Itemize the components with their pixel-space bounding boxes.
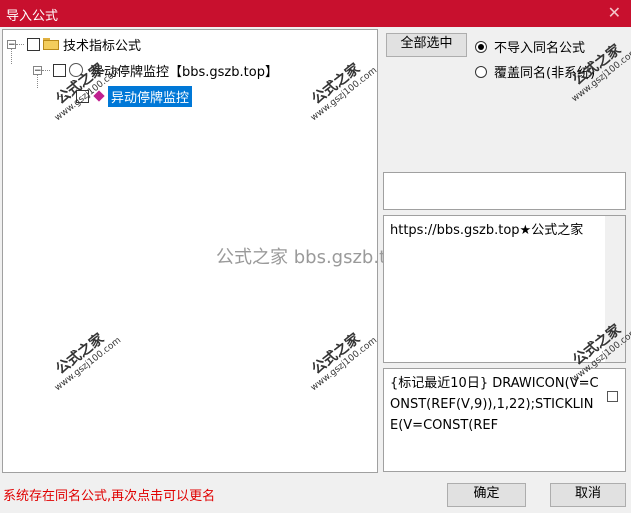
cancel-button[interactable]: 取消 <box>550 483 626 507</box>
tree-label-item: 异动停牌监控 <box>108 85 193 107</box>
description-box[interactable]: https://bbs.gszb.top★公式之家 <box>383 215 626 363</box>
name-field[interactable] <box>383 172 626 210</box>
folder-icon <box>43 38 59 50</box>
radio-no-import-label: 不导入同名公式 <box>494 41 586 56</box>
code-box[interactable]: {标记最近10日} DRAWICON(V=CONST(REF(V,9)),1,2… <box>383 368 626 472</box>
title-bar: 导入公式 ✕ <box>0 0 631 27</box>
tree-connector <box>59 95 73 97</box>
code-text: {标记最近10日} DRAWICON(V=CONST(REF(V,9)),1,2… <box>390 376 599 433</box>
watermark: 公式之家 www.gszj100.com <box>309 60 380 124</box>
close-icon[interactable]: ✕ <box>608 3 621 22</box>
tree-node-root[interactable]: − 技术指标公式 <box>7 34 141 54</box>
tree-checkbox-group[interactable] <box>53 63 66 77</box>
tree-node-item[interactable]: 异动停牌监控 <box>59 85 193 107</box>
code-checkbox[interactable] <box>607 391 618 402</box>
collapse-icon[interactable]: − <box>33 65 42 75</box>
tree-checkbox-root[interactable] <box>27 37 40 51</box>
radio-icon[interactable] <box>475 65 487 78</box>
radio-overwrite[interactable]: 覆盖同名(非系统) <box>475 62 595 81</box>
description-scrollbar[interactable] <box>605 216 625 362</box>
select-all-button[interactable]: 全部选中 <box>386 33 467 57</box>
tree-connector <box>42 69 50 71</box>
watermark: 公式之家 www.gszj100.com <box>309 330 380 394</box>
ok-button[interactable]: 确定 <box>447 483 526 507</box>
formula-tree[interactable]: − 技术指标公式 − 异动停牌监控【bbs.gszb.top】 异动停牌监控 公… <box>2 29 380 473</box>
group-icon <box>69 63 83 77</box>
tree-node-group[interactable]: − 异动停牌监控【bbs.gszb.top】 <box>33 60 278 80</box>
watermark: 公式之家 www.gszj100.com <box>53 330 124 394</box>
formula-icon <box>93 90 105 102</box>
collapse-icon[interactable]: − <box>7 39 16 49</box>
window-title: 导入公式 <box>6 9 59 24</box>
import-formula-dialog: − 技术指标公式 − 异动停牌监控【bbs.gszb.top】 异动停牌监控 公… <box>0 27 631 513</box>
radio-icon[interactable] <box>475 40 487 53</box>
tree-label-group: 异动停牌监控【bbs.gszb.top】 <box>91 64 278 80</box>
tree-label-root: 技术指标公式 <box>63 38 142 54</box>
description-text: https://bbs.gszb.top★公式之家 <box>390 223 584 238</box>
tree-checkbox-item[interactable] <box>76 89 89 103</box>
status-message: 系统存在同名公式,再次点击可以更名 <box>3 489 216 504</box>
tree-connector <box>16 43 24 45</box>
radio-no-import[interactable]: 不导入同名公式 <box>475 37 585 56</box>
radio-overwrite-label: 覆盖同名(非系统) <box>494 66 596 81</box>
